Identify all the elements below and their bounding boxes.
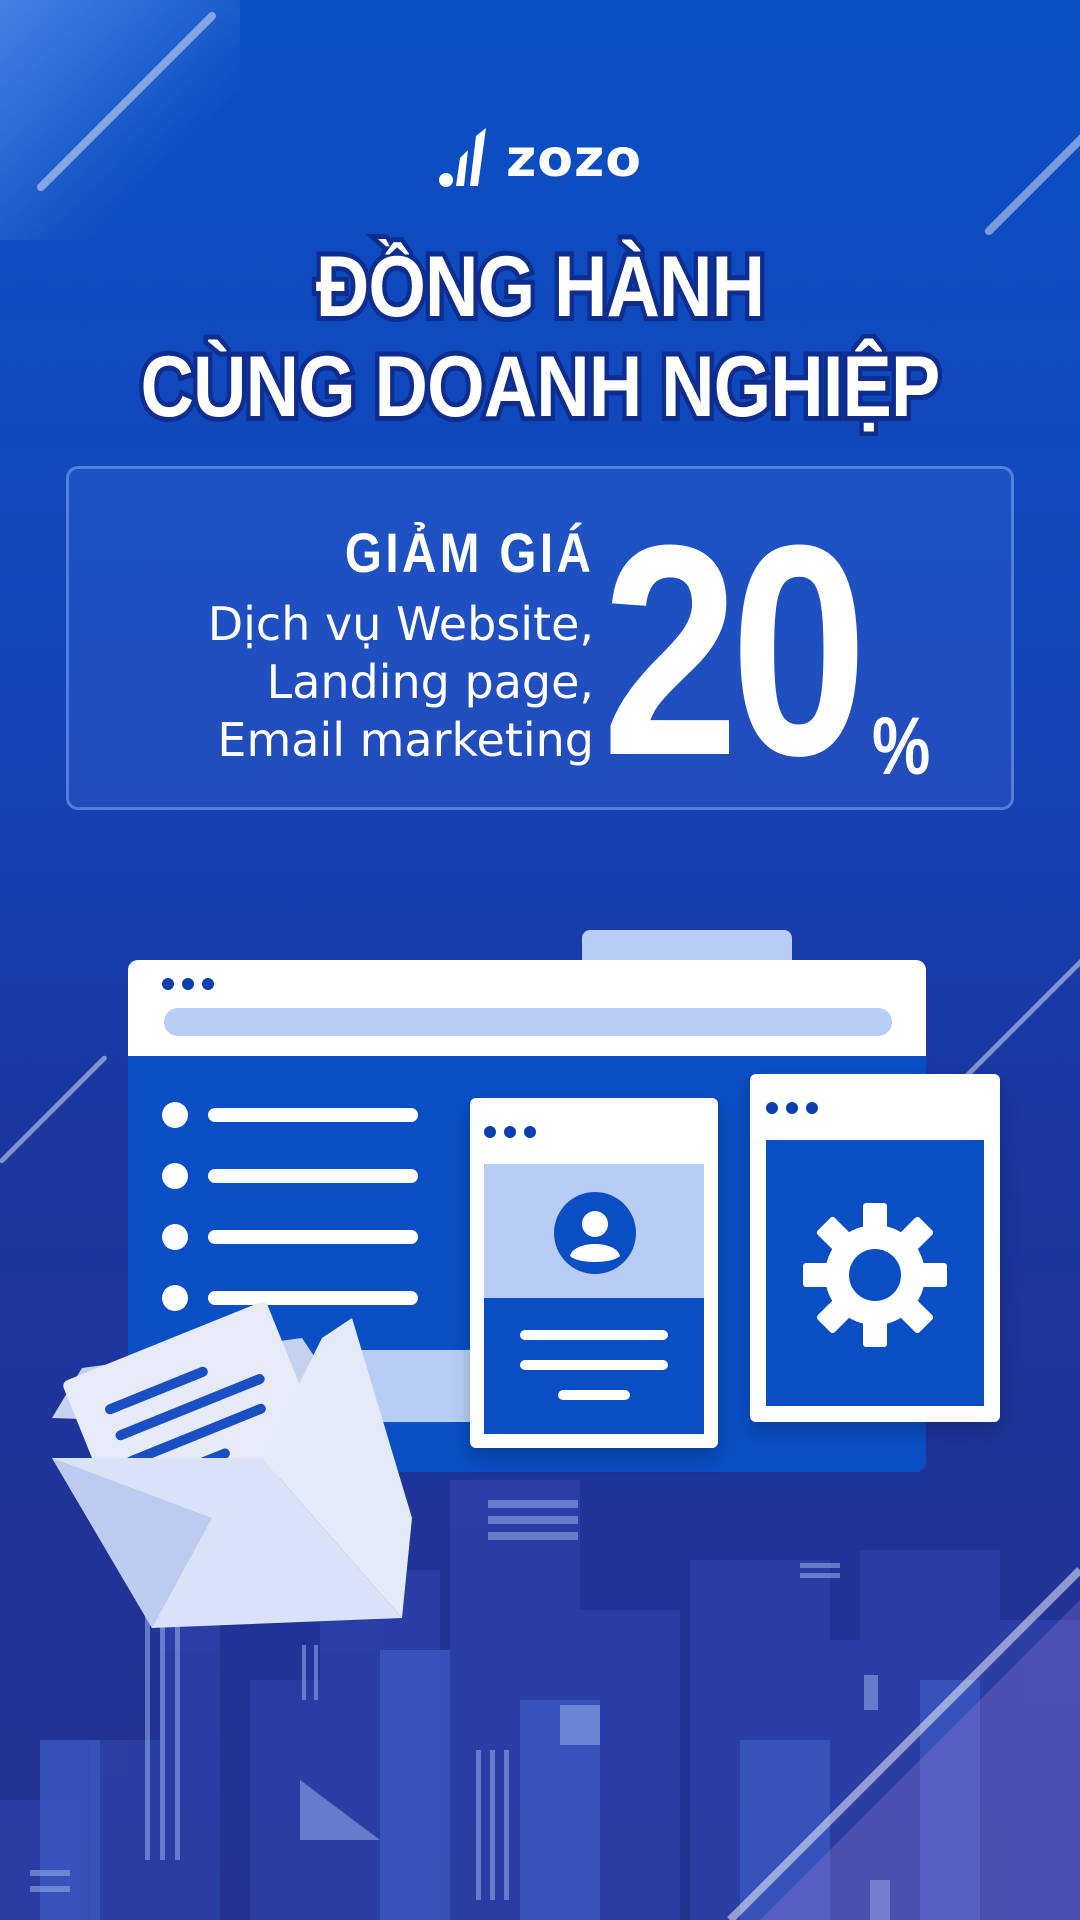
corner-highlight <box>0 0 240 240</box>
list-bullet <box>162 1224 188 1250</box>
window-dot <box>484 1126 496 1138</box>
service-item: Email marketing <box>217 713 594 767</box>
list-line <box>208 1108 418 1122</box>
profile-body <box>484 1298 704 1434</box>
list-bullet <box>162 1163 188 1189</box>
text-line <box>520 1330 668 1340</box>
window-dot <box>766 1102 778 1114</box>
window-dot <box>786 1102 798 1114</box>
user-profile-icon <box>554 1192 636 1274</box>
discount-label: GIẢM GIÁ <box>344 521 594 584</box>
settings-card-illustration <box>750 1074 1000 1422</box>
address-bar <box>164 1008 892 1036</box>
browser-titlebar <box>128 960 926 1056</box>
service-item: Landing page, <box>266 655 594 709</box>
decorative-line <box>958 953 1080 1085</box>
promo-text: GIẢM GIÁ Dịch vụ Website, Landing page, … <box>208 520 594 769</box>
service-item: Dịch vụ Website, <box>207 597 594 651</box>
brand-logo-icon <box>439 128 486 187</box>
gear-icon <box>803 1203 947 1347</box>
window-dot <box>202 978 214 990</box>
brand-logo: zozo <box>0 128 1080 190</box>
list-line <box>208 1169 418 1183</box>
list-bullet <box>162 1102 188 1128</box>
window-dot <box>182 978 194 990</box>
decorative-line <box>0 1054 108 1165</box>
list-line <box>208 1230 418 1244</box>
profile-card-illustration <box>470 1098 718 1448</box>
window-dot <box>162 978 174 990</box>
text-line <box>558 1390 630 1400</box>
discount-percent-value: 20 <box>602 482 867 818</box>
window-dot <box>806 1102 818 1114</box>
window-dot <box>504 1126 516 1138</box>
discount-percent-sign: % <box>872 701 931 792</box>
envelope-icon <box>52 1301 412 1628</box>
brand-name: zozo <box>506 129 642 189</box>
headline-line-2: CÙNG DOANH NGHIỆP <box>136 334 944 440</box>
headline-line-1: ĐỒNG HÀNH <box>312 234 770 340</box>
text-line <box>520 1360 668 1370</box>
window-dot <box>524 1126 536 1138</box>
